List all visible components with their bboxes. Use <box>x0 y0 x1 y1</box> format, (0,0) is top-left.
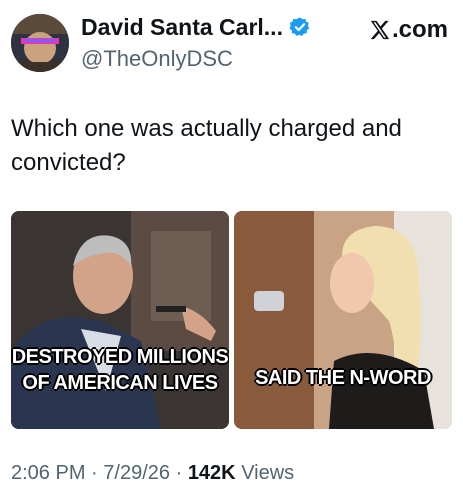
media-image-left[interactable]: DESTROYED MILLIONS OF AMERICAN LIVES <box>11 211 229 429</box>
display-name[interactable]: David Santa Carl... <box>81 12 311 42</box>
site-label: .com <box>391 16 448 43</box>
tweet-text: Which one was actually charged and convi… <box>11 115 402 176</box>
tweet-time[interactable]: 2:06 PM <box>11 462 85 484</box>
display-name-text[interactable]: David Santa Carl... <box>81 12 283 42</box>
tweet-header: David Santa Carl... @TheOnlyDSC .com <box>11 10 456 76</box>
tweet-meta: 2:06 PM · 7/29/26 · 142K Views <box>11 462 294 485</box>
left-caption-line1: DESTROYED MILLIONS <box>11 346 229 368</box>
avatar-image <box>11 14 69 72</box>
right-caption: SAID THE N-WORD <box>255 367 431 389</box>
tweet-media[interactable]: DESTROYED MILLIONS OF AMERICAN LIVES SAI… <box>11 211 452 429</box>
tweet-date[interactable]: 7/29/26 <box>103 462 170 484</box>
views-count: 142K <box>187 462 236 484</box>
separator: · <box>91 462 98 484</box>
site-watermark: .com <box>369 16 448 44</box>
verified-badge-icon <box>289 17 310 36</box>
handle[interactable]: @TheOnlyDSC <box>81 44 311 74</box>
views-label: Views <box>241 462 295 484</box>
avatar[interactable] <box>11 14 69 72</box>
left-caption-line2: OF AMERICAN LIVES <box>22 372 218 394</box>
separator: · <box>175 462 183 484</box>
right-photo <box>234 211 452 429</box>
x-logo-icon <box>370 20 390 40</box>
media-image-right[interactable]: SAID THE N-WORD <box>234 211 452 429</box>
author-names: David Santa Carl... @TheOnlyDSC <box>81 12 311 74</box>
left-photo <box>11 211 229 429</box>
